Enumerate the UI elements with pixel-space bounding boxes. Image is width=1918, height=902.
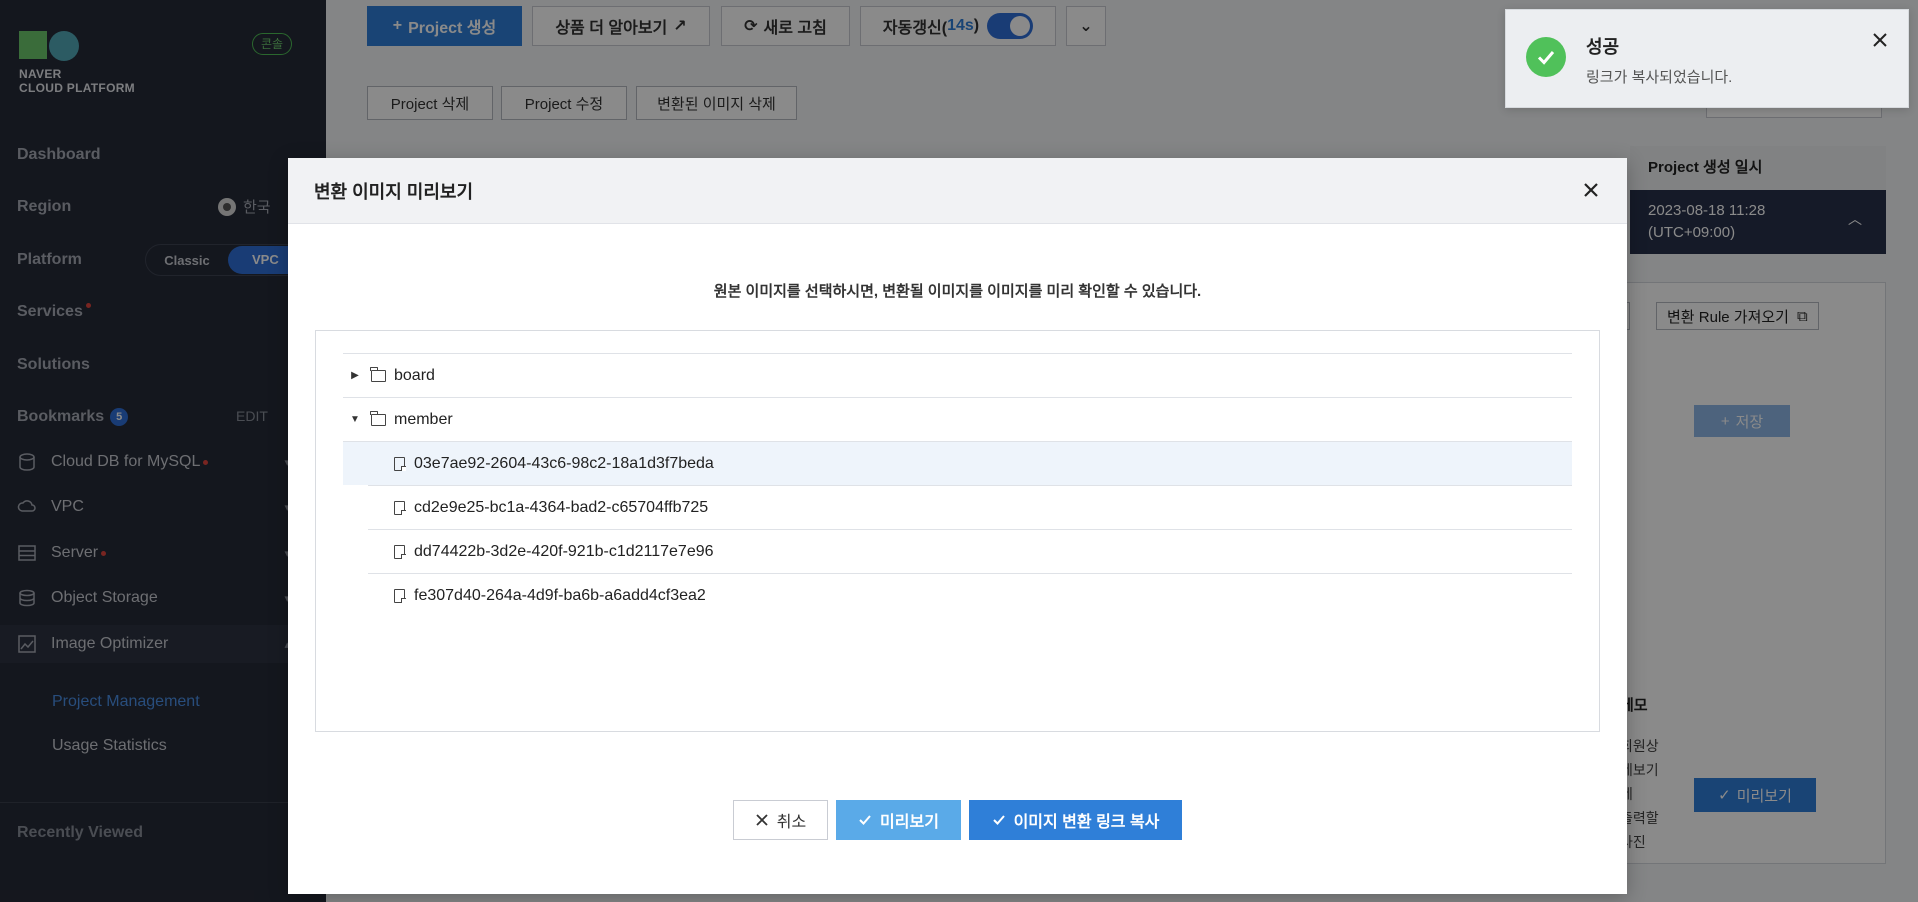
file-tree: ▶ board ▼ member 03e7ae92-2604-43c6-98c2… <box>315 330 1600 732</box>
preview-button[interactable]: 미리보기 <box>836 800 961 840</box>
modal-header: 변환 이미지 미리보기 <box>288 158 1627 224</box>
copy-transform-link-button[interactable]: 이미지 변환 링크 복사 <box>969 800 1182 840</box>
tree-file-item[interactable]: dd74422b-3d2e-420f-921b-c1d2117e7e96 <box>368 529 1572 573</box>
folder-name: board <box>394 366 435 384</box>
close-icon[interactable] <box>1872 32 1888 48</box>
caret-right-icon[interactable]: ▶ <box>343 370 367 381</box>
folder-icon <box>370 366 386 382</box>
toast-message: 링크가 복사되었습니다. <box>1586 69 1733 86</box>
modal-description: 원본 이미지를 선택하시면, 변환될 이미지를 이미지를 미리 확인할 수 있습… <box>713 283 1202 300</box>
toast-title: 성공 <box>1586 37 1620 57</box>
folder-icon <box>370 410 386 426</box>
file-name: 03e7ae92-2604-43c6-98c2-18a1d3f7beda <box>414 454 714 472</box>
tree-file-item[interactable]: 03e7ae92-2604-43c6-98c2-18a1d3f7beda <box>343 441 1572 485</box>
close-icon[interactable] <box>1581 180 1601 200</box>
success-toast: 성공 링크가 복사되었습니다. <box>1505 9 1909 108</box>
cancel-button[interactable]: 취소 <box>733 800 828 840</box>
file-icon <box>394 544 406 560</box>
cancel-label: 취소 <box>776 814 807 831</box>
tree-folder-member[interactable]: ▼ member <box>343 397 1572 441</box>
success-check-icon <box>1526 37 1566 77</box>
tree-file-item[interactable]: cd2e9e25-bc1a-4364-bad2-c65704ffb725 <box>368 485 1572 529</box>
file-name: dd74422b-3d2e-420f-921b-c1d2117e7e96 <box>414 542 714 560</box>
preview-label: 미리보기 <box>880 814 939 831</box>
file-name: fe307d40-264a-4d9f-ba6b-a6add4cf3ea2 <box>414 586 706 604</box>
close-icon <box>756 814 768 826</box>
preview-modal: 변환 이미지 미리보기 원본 이미지를 선택하시면, 변환될 이미지를 이미지를… <box>288 158 1627 894</box>
check-icon <box>992 815 1005 825</box>
caret-down-icon[interactable]: ▼ <box>343 414 367 425</box>
modal-title: 변환 이미지 미리보기 <box>314 181 474 202</box>
file-icon <box>394 588 406 604</box>
copy-link-label: 이미지 변환 링크 복사 <box>1013 814 1160 831</box>
file-icon <box>394 456 406 472</box>
file-icon <box>394 500 406 516</box>
tree-folder-board[interactable]: ▶ board <box>343 353 1572 397</box>
folder-name: member <box>394 410 453 428</box>
tree-file-item[interactable]: fe307d40-264a-4d9f-ba6b-a6add4cf3ea2 <box>368 573 1572 617</box>
file-name: cd2e9e25-bc1a-4364-bad2-c65704ffb725 <box>414 498 709 516</box>
check-icon <box>859 815 871 825</box>
